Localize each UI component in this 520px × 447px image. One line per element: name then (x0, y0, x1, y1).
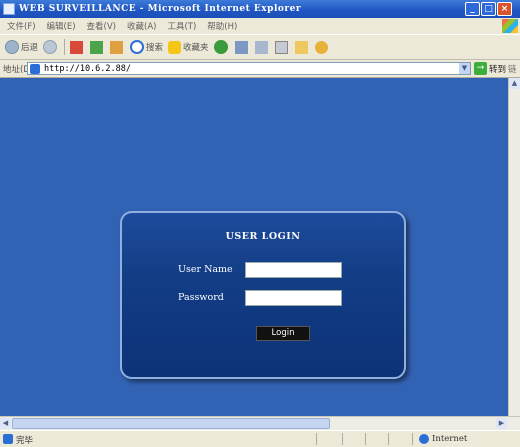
messenger-icon (314, 40, 328, 54)
favorites-label: 收藏夹 (183, 43, 209, 53)
media-button[interactable] (213, 40, 230, 54)
menu-view[interactable]: 查看(V) (87, 20, 116, 32)
back-arrow-icon (5, 40, 19, 54)
vertical-scrollbar[interactable]: ▲ (508, 78, 520, 416)
back-button[interactable]: 后退 (5, 40, 38, 54)
address-url: http://10.6.2.88/ (44, 63, 131, 74)
menu-edit[interactable]: 编辑(E) (47, 20, 76, 32)
home-icon (110, 40, 124, 54)
history-icon (234, 40, 248, 54)
search-label: 搜索 (146, 43, 164, 53)
search-icon (130, 40, 145, 54)
password-input[interactable] (245, 290, 342, 306)
login-panel: USER LOGIN User Name Password Login (120, 211, 406, 379)
back-label: 后退 (21, 43, 39, 53)
maximize-button[interactable]: □ (481, 2, 496, 16)
search-button[interactable]: 搜索 (130, 40, 163, 54)
links-label[interactable]: 链 (508, 63, 517, 75)
menu-tools[interactable]: 工具(T) (167, 20, 196, 32)
scroll-left-icon[interactable]: ◀ (0, 418, 11, 429)
forward-arrow-icon (43, 40, 58, 54)
refresh-button[interactable] (90, 40, 105, 54)
address-bar: 地址(D) http://10.6.2.88/ ▼ → 转到 链 (0, 60, 520, 78)
print-button[interactable] (274, 40, 290, 54)
scroll-thumb[interactable] (12, 418, 330, 429)
mail-button[interactable] (254, 40, 270, 54)
minimize-button[interactable]: _ (465, 2, 480, 16)
mail-icon (254, 40, 268, 54)
internet-globe-icon (419, 434, 429, 444)
history-button[interactable] (234, 40, 250, 54)
scroll-right-icon[interactable]: ▶ (496, 418, 507, 429)
password-label: Password (178, 292, 224, 303)
login-button[interactable]: Login (256, 326, 310, 341)
status-bar: 完毕 Internet (0, 430, 520, 447)
print-icon (274, 40, 288, 54)
menu-favorites[interactable]: 收藏(A) (127, 20, 156, 32)
username-label: User Name (178, 264, 233, 275)
star-icon (168, 40, 182, 54)
address-input[interactable]: http://10.6.2.88/ ▼ (27, 62, 471, 75)
toolbar: 后退 搜索 收藏夹 (0, 35, 520, 60)
scroll-up-icon[interactable]: ▲ (509, 78, 520, 89)
go-arrow-icon: → (474, 62, 487, 75)
status-separator (388, 433, 389, 445)
status-separator (342, 433, 343, 445)
folder-button[interactable] (294, 40, 310, 54)
page-icon (30, 63, 40, 74)
media-icon (213, 40, 228, 54)
go-button[interactable]: → 转到 (474, 62, 506, 75)
menu-file[interactable]: 文件(F) (7, 20, 36, 32)
windows-logo-icon (502, 19, 518, 33)
menu-help[interactable]: 帮助(H) (207, 20, 237, 32)
stop-button[interactable] (70, 40, 85, 54)
ie-page-icon (3, 3, 15, 15)
security-zone: Internet (432, 434, 468, 444)
folder-icon (294, 40, 308, 54)
status-separator (316, 433, 317, 445)
chevron-down-icon[interactable]: ▼ (459, 63, 470, 74)
refresh-icon (90, 40, 104, 54)
menu-bar: 文件(F) 编辑(E) 查看(V) 收藏(A) 工具(T) 帮助(H) (0, 18, 520, 35)
forward-button[interactable] (43, 40, 59, 54)
login-title: USER LOGIN (225, 231, 301, 242)
status-text: 完毕 (16, 436, 34, 446)
home-button[interactable] (110, 40, 125, 54)
done-page-icon (3, 434, 13, 444)
status-separator (365, 433, 366, 445)
favorites-button[interactable]: 收藏夹 (168, 40, 209, 54)
close-button[interactable]: × (497, 2, 512, 16)
messenger-button[interactable] (314, 40, 330, 54)
window-title-bar: WEB SURVEILLANCE - Microsoft Internet Ex… (0, 0, 520, 18)
username-input[interactable] (245, 262, 342, 278)
stop-icon (70, 40, 84, 54)
horizontal-scrollbar[interactable]: ◀ ▶ (0, 416, 520, 430)
go-label: 转到 (489, 64, 507, 75)
window-title: WEB SURVEILLANCE - Microsoft Internet Ex… (19, 4, 302, 14)
status-separator (412, 433, 413, 445)
toolbar-separator (64, 39, 66, 55)
